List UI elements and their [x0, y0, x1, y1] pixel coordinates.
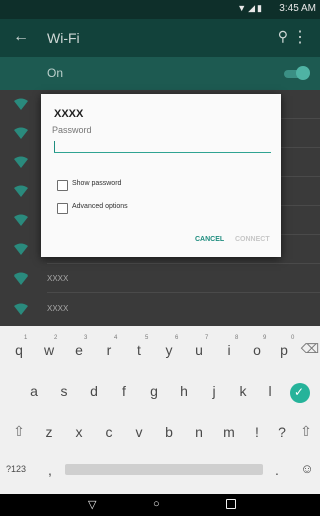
key-hint: 5	[145, 335, 149, 341]
backspace-icon[interactable]: ⌫	[296, 341, 320, 357]
key-hint: 2	[54, 335, 58, 341]
network-row[interactable]: XXXX	[0, 265, 320, 293]
shift-left-icon[interactable]: ⇧	[5, 423, 33, 440]
key-hint: 3	[84, 335, 88, 341]
connect-button[interactable]: CONNECT	[235, 236, 270, 243]
wifi-signal-icon	[14, 156, 28, 168]
advanced-options-label: Advanced options	[72, 203, 128, 210]
status-time: 3:45 AM	[279, 3, 316, 14]
checkmark-icon: ✓	[294, 385, 305, 399]
key-l[interactable]: l	[256, 383, 284, 399]
network-name: XXXX	[47, 304, 69, 313]
key-h[interactable]: h	[170, 383, 198, 399]
wifi-signal-icon	[14, 98, 28, 110]
enter-button[interactable]: ✓	[290, 383, 310, 403]
key-hint: 0	[291, 335, 295, 341]
nav-home-icon[interactable]: ○	[153, 498, 160, 510]
key-r[interactable]: r	[95, 342, 123, 358]
search-icon[interactable]: ⚲	[278, 28, 288, 45]
soft-keyboard: 1 2 3 4 5 6 7 8 9 0 q w e r t y u i o p …	[0, 326, 320, 494]
network-row[interactable]: XXXX	[0, 295, 320, 323]
shift-right-icon[interactable]: ⇧	[292, 423, 320, 440]
advanced-options-checkbox[interactable]	[57, 203, 68, 214]
key-e[interactable]: e	[65, 342, 93, 358]
key-a[interactable]: a	[20, 383, 48, 399]
more-options-icon[interactable]: ⋮	[292, 27, 308, 47]
show-password-label: Show password	[72, 180, 122, 187]
key-n[interactable]: n	[185, 424, 213, 440]
period-key[interactable]: .	[263, 462, 291, 478]
key-hint: 9	[263, 335, 267, 341]
wifi-password-dialog: XXXX Password Show password Advanced opt…	[41, 94, 281, 257]
wifi-signal-icon	[14, 273, 28, 285]
key-hint: 4	[114, 335, 118, 341]
key-p[interactable]: p	[270, 342, 298, 358]
back-arrow-icon[interactable]: ←	[13, 28, 29, 46]
key-t[interactable]: t	[125, 342, 153, 358]
wifi-signal-icon	[14, 185, 28, 197]
wifi-signal-icon	[14, 214, 28, 226]
password-label: Password	[52, 125, 92, 135]
key-g[interactable]: g	[140, 383, 168, 399]
wifi-toggle-row[interactable]: On	[0, 57, 320, 90]
wifi-signal-icon	[14, 127, 28, 139]
app-bar: ← Wi-Fi ⚲ ⋮	[0, 19, 320, 57]
key-u[interactable]: u	[185, 342, 213, 358]
nav-back-icon[interactable]: ▽	[88, 498, 96, 511]
key-exclamation[interactable]: !	[243, 424, 271, 440]
wifi-toggle-thumb[interactable]	[296, 66, 310, 80]
dialog-title: XXXX	[54, 108, 84, 120]
signal-battery-icons: ▼◢▮	[237, 3, 264, 13]
key-x[interactable]: x	[65, 424, 93, 440]
key-y[interactable]: y	[155, 342, 183, 358]
key-q[interactable]: q	[5, 342, 33, 358]
key-k[interactable]: k	[229, 383, 257, 399]
page-title: Wi-Fi	[47, 30, 80, 46]
comma-key[interactable]: ,	[36, 462, 64, 478]
navigation-bar: ▽ ○	[0, 494, 320, 516]
show-password-checkbox[interactable]	[57, 180, 68, 191]
key-o[interactable]: o	[243, 342, 271, 358]
key-v[interactable]: v	[125, 424, 153, 440]
password-input[interactable]	[54, 139, 271, 153]
nav-recents-icon[interactable]	[226, 499, 236, 509]
key-m[interactable]: m	[215, 424, 243, 440]
wifi-toggle-label: On	[47, 66, 64, 80]
key-hint: 6	[175, 335, 179, 341]
key-d[interactable]: d	[80, 383, 108, 399]
key-z[interactable]: z	[35, 424, 63, 440]
key-i[interactable]: i	[215, 342, 243, 358]
wifi-signal-icon	[14, 303, 28, 315]
key-j[interactable]: j	[200, 383, 228, 399]
network-name: XXXX	[47, 274, 69, 283]
key-hint: 7	[205, 335, 209, 341]
emoji-icon[interactable]: ☺	[293, 461, 320, 476]
status-bar: ▼◢▮ 3:45 AM	[0, 0, 320, 19]
text-cursor	[54, 141, 55, 152]
key-hint: 1	[24, 335, 28, 341]
space-bar[interactable]	[65, 464, 263, 475]
key-w[interactable]: w	[35, 342, 63, 358]
key-s[interactable]: s	[50, 383, 78, 399]
key-hint: 8	[235, 335, 239, 341]
cancel-button[interactable]: CANCEL	[195, 236, 224, 243]
key-c[interactable]: c	[95, 424, 123, 440]
key-f[interactable]: f	[110, 383, 138, 399]
symbols-key[interactable]: ?123	[2, 464, 30, 474]
wifi-signal-icon	[14, 243, 28, 255]
key-b[interactable]: b	[155, 424, 183, 440]
